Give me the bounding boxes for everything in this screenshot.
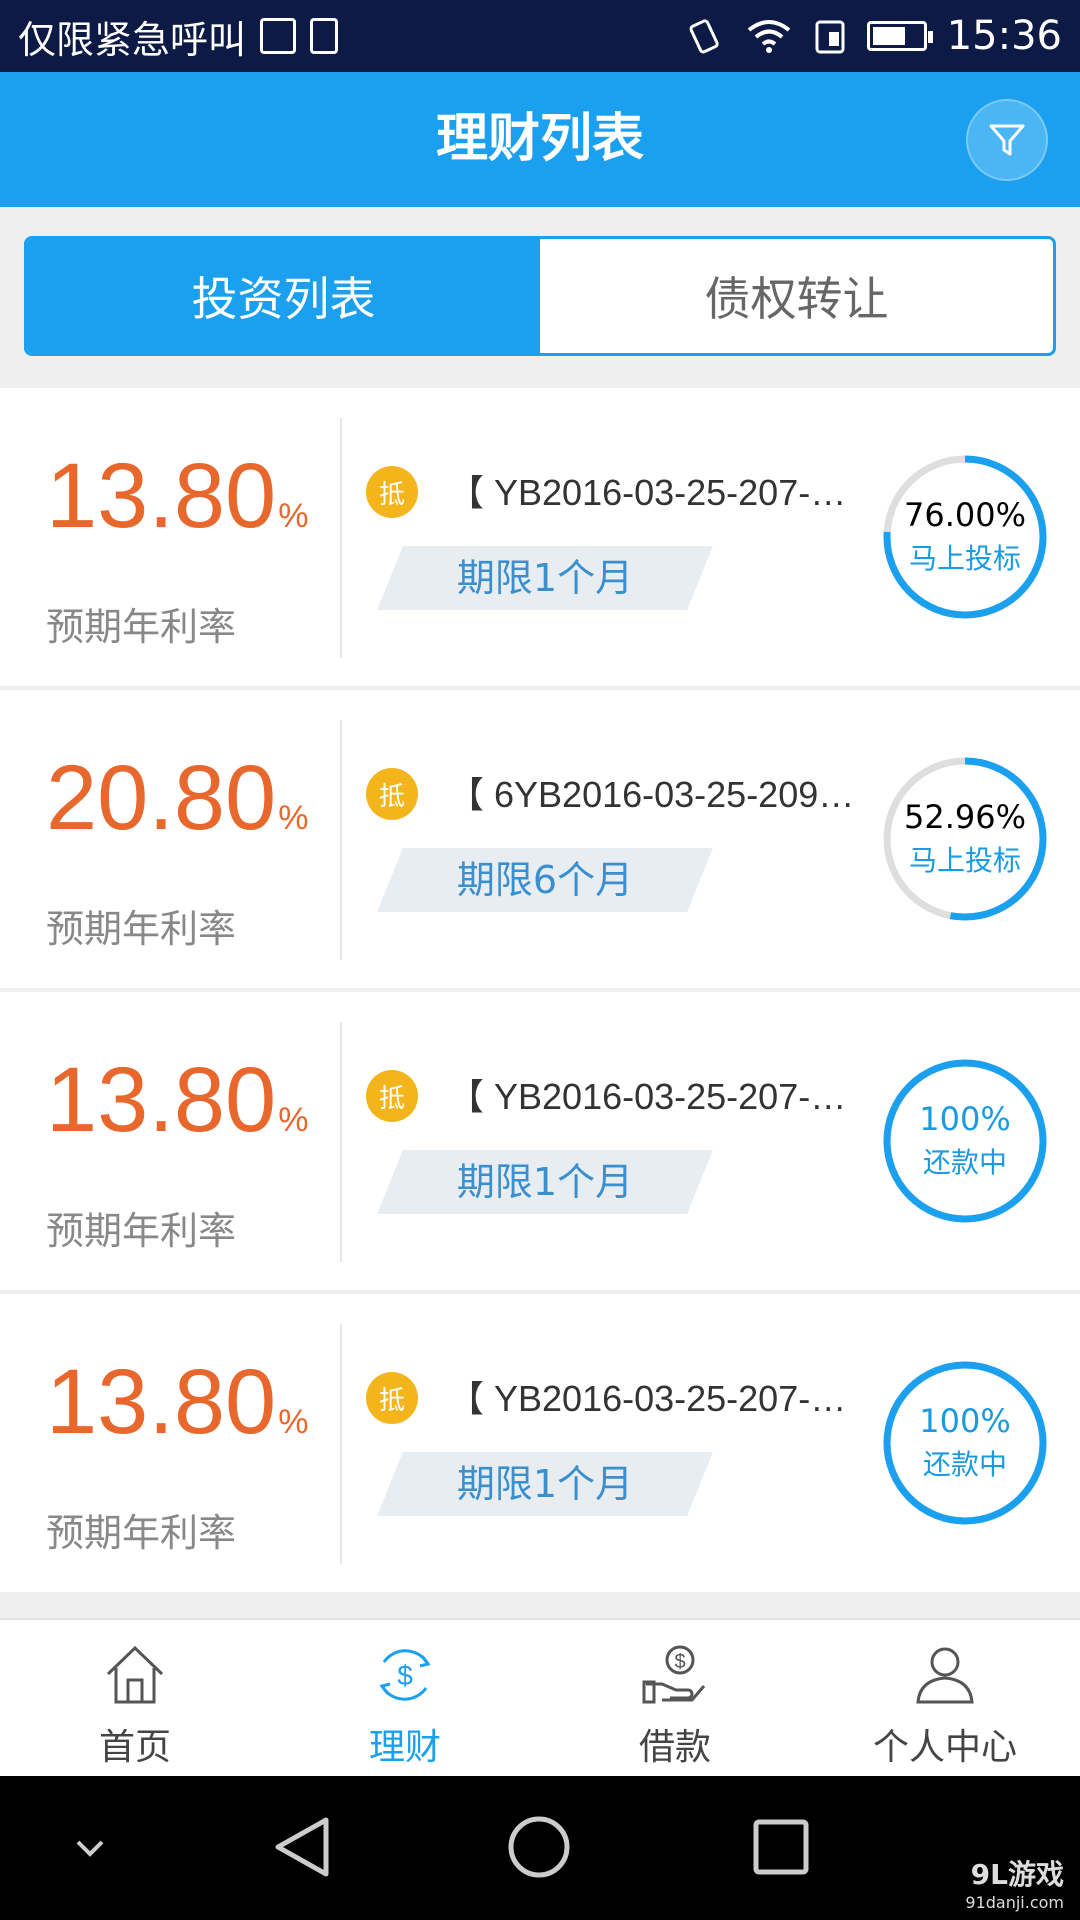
wifi-icon <box>747 20 790 53</box>
progress-text: 76.00% <box>903 496 1026 534</box>
divider <box>340 1324 342 1564</box>
upload-icon <box>310 18 339 54</box>
product-card[interactable]: 20.80% 预期年利率 抵 【 6YB2016-03-25-209… 期限6个… <box>0 690 1080 988</box>
watermark-brand: 9L游戏 <box>970 1858 1064 1891</box>
rate-label: 预期年利率 <box>46 907 237 951</box>
status-bar: 仅限紧急呼叫 15:36 <box>0 0 1080 72</box>
term-tag: 期限1个月 <box>456 1462 634 1506</box>
product-name: 【 YB2016-03-25-207-… <box>448 1076 847 1117</box>
rate-value: 13.80% <box>46 445 309 547</box>
term-tag: 期限1个月 <box>456 1160 634 1204</box>
product-name: 【 YB2016-03-25-207-… <box>448 1378 847 1419</box>
repayment-status[interactable]: 100% 还款中 <box>880 1056 1050 1226</box>
collateral-badge: 抵 <box>366 1372 418 1424</box>
progress-text: 100% <box>919 1100 1011 1138</box>
user-icon <box>916 1647 974 1704</box>
nav-label: 理财 <box>368 1727 441 1768</box>
home-button-icon[interactable] <box>504 1812 574 1882</box>
title-bar: 理财列表 <box>0 72 1080 207</box>
rate-label: 预期年利率 <box>46 1511 237 1555</box>
progress-text: 52.96% <box>903 798 1026 836</box>
hide-keyboard-icon[interactable] <box>70 1828 110 1868</box>
svg-text:$: $ <box>397 1660 413 1691</box>
svg-text:$: $ <box>674 1651 685 1673</box>
nav-item-home[interactable]: 首页 <box>0 1620 270 1776</box>
action-label: 还款中 <box>922 1448 1007 1481</box>
invest-button[interactable]: 52.96% 马上投标 <box>880 754 1050 924</box>
product-list: 13.80% 预期年利率 抵 【 YB2016-03-25-207-… 期限1个… <box>0 388 1080 1596</box>
nav-label: 借款 <box>638 1727 711 1768</box>
rate-value: 20.80% <box>46 747 309 849</box>
system-nav-bar: 9L游戏 91danji.com <box>0 1776 1080 1920</box>
segment-tabs: 投资列表 债权转让 <box>24 236 1056 356</box>
vibrate-icon <box>689 19 719 54</box>
action-label: 马上投标 <box>908 844 1021 877</box>
product-card[interactable]: 13.80% 预期年利率 抵 【 YB2016-03-25-207-… 期限1个… <box>0 992 1080 1290</box>
home-icon <box>106 1645 164 1704</box>
repayment-status[interactable]: 100% 还款中 <box>880 1358 1050 1528</box>
watermark: 9L游戏 91danji.com <box>965 1853 1064 1912</box>
rate-label: 预期年利率 <box>46 605 237 649</box>
product-name: 【 6YB2016-03-25-209… <box>448 774 855 815</box>
back-icon[interactable] <box>268 1812 338 1882</box>
nav-item-finance[interactable]: $ 理财 <box>270 1620 540 1776</box>
nav-label: 首页 <box>98 1727 171 1768</box>
battery-icon <box>866 21 933 51</box>
tab-debt-transfer[interactable]: 债权转让 <box>540 239 1053 353</box>
nav-item-profile[interactable]: 个人中心 <box>810 1620 1080 1776</box>
clock: 15:36 <box>946 13 1062 59</box>
tab-investment-list[interactable]: 投资列表 <box>27 239 540 353</box>
nav-item-loan[interactable]: $ 借款 <box>540 1620 810 1776</box>
divider <box>340 418 342 658</box>
collateral-badge: 抵 <box>366 768 418 820</box>
invest-button[interactable]: 76.00% 马上投标 <box>880 452 1050 622</box>
recent-apps-icon[interactable] <box>746 1812 816 1882</box>
rate-label: 预期年利率 <box>46 1209 237 1253</box>
product-name: 【 YB2016-03-25-207-… <box>448 472 847 513</box>
product-card[interactable]: 13.80% 预期年利率 抵 【 YB2016-03-25-207-… 期限1个… <box>0 388 1080 686</box>
loan-icon: $ <box>642 1645 706 1704</box>
term-tag: 期限6个月 <box>456 858 634 902</box>
page-title: 理财列表 <box>435 109 644 169</box>
filter-icon <box>989 124 1025 156</box>
finance-icon: $ <box>379 1649 431 1701</box>
action-label: 马上投标 <box>908 542 1021 575</box>
progress-text: 100% <box>919 1402 1011 1440</box>
filter-button[interactable] <box>966 99 1048 181</box>
term-tag: 期限1个月 <box>456 556 634 600</box>
sim-icon <box>815 20 845 54</box>
collateral-badge: 抵 <box>366 466 418 518</box>
action-label: 还款中 <box>922 1146 1007 1179</box>
product-card[interactable]: 13.80% 预期年利率 抵 【 YB2016-03-25-207-… 期限1个… <box>0 1294 1080 1592</box>
divider <box>340 720 342 960</box>
collateral-badge: 抵 <box>366 1070 418 1122</box>
nav-label: 个人中心 <box>872 1727 1017 1768</box>
image-icon <box>260 18 297 54</box>
divider <box>340 1022 342 1262</box>
watermark-url: 91danji.com <box>965 1893 1064 1912</box>
rate-value: 13.80% <box>46 1049 309 1151</box>
carrier-text: 仅限紧急呼叫 <box>18 17 247 62</box>
rate-value: 13.80% <box>46 1351 309 1453</box>
bottom-nav: 首页 $ 理财 $ 借款 个人中心 <box>0 1618 1080 1776</box>
